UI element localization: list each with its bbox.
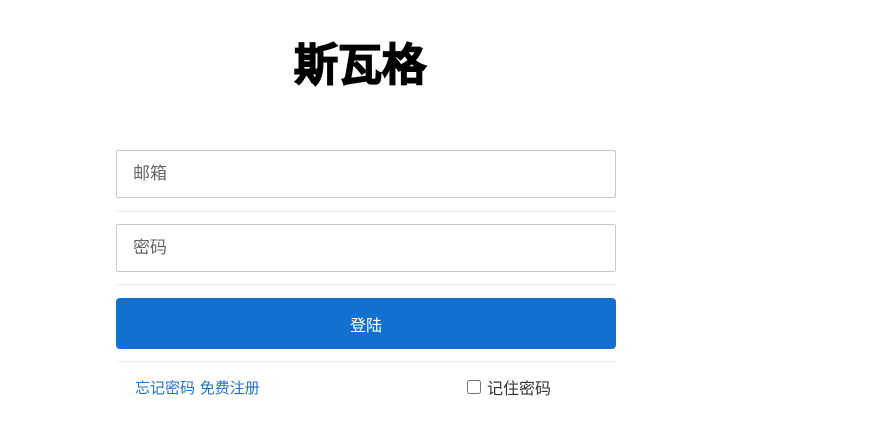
- site-logo: 斯瓦格: [293, 39, 427, 92]
- register-link[interactable]: 免费注册: [200, 379, 260, 397]
- divider: [116, 284, 616, 285]
- forgot-password-link[interactable]: 忘记密码: [135, 379, 195, 397]
- password-input[interactable]: [116, 224, 616, 272]
- login-page: 斯瓦格 登陆 忘记密码 免费注册 记住密码: [0, 0, 878, 425]
- divider: [116, 361, 616, 362]
- divider: [116, 211, 616, 212]
- email-input[interactable]: [116, 150, 616, 198]
- remember-password[interactable]: 记住密码: [467, 375, 551, 399]
- remember-password-label: 记住密码: [487, 379, 552, 398]
- account-links: 忘记密码 免费注册: [135, 377, 260, 398]
- remember-password-checkbox[interactable]: [467, 380, 481, 394]
- login-button[interactable]: 登陆: [116, 298, 616, 349]
